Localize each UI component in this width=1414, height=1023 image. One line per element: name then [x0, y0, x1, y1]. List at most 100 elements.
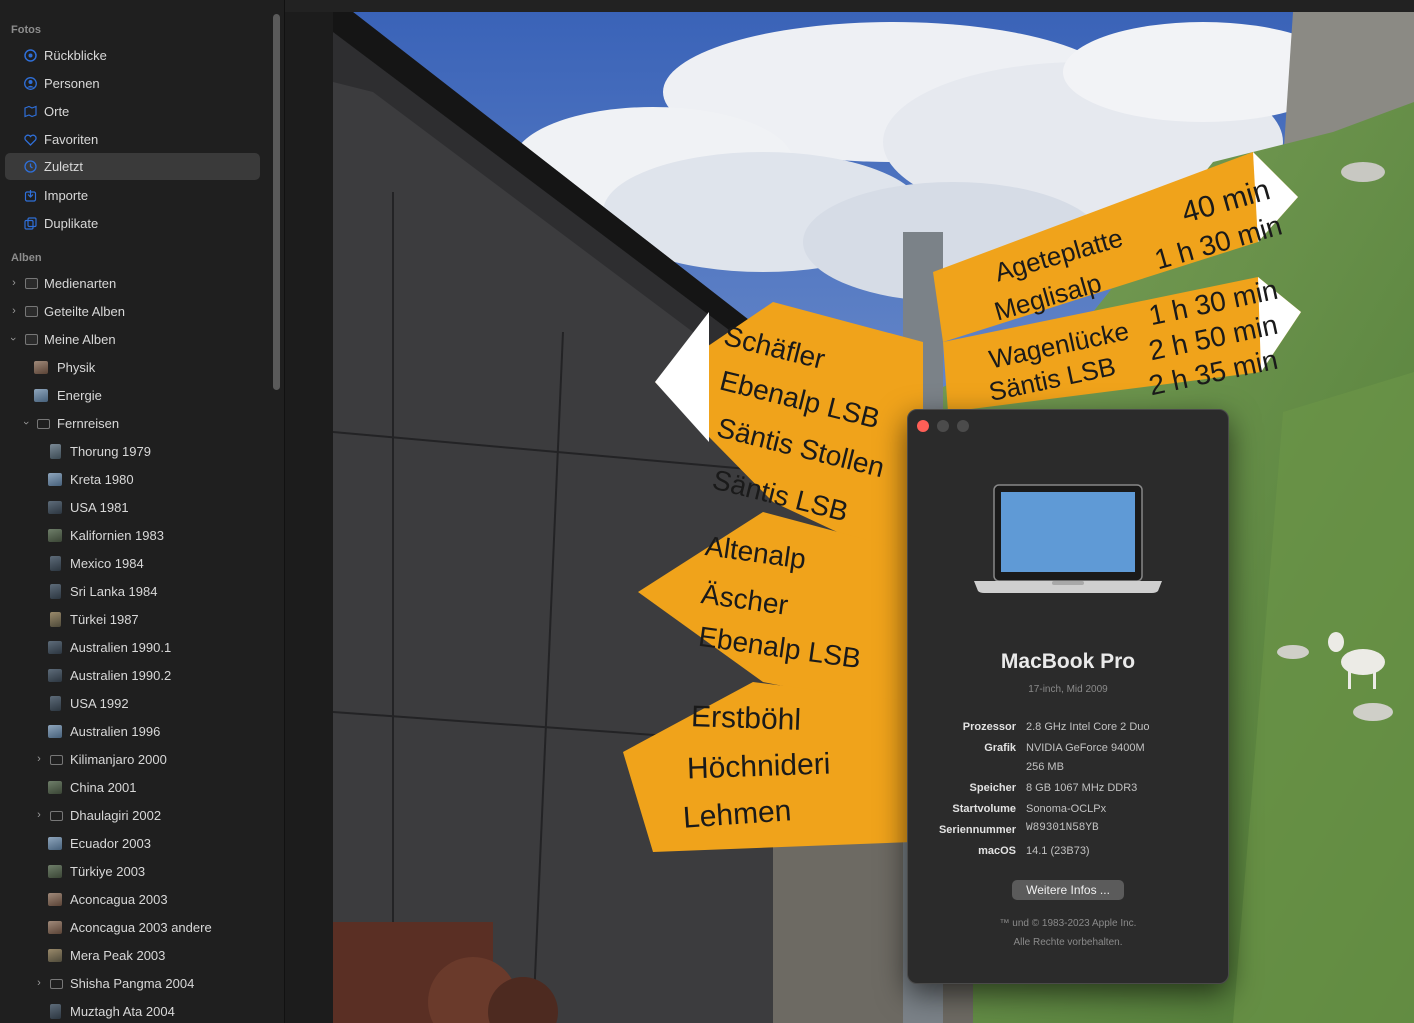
sidebar-item-album[interactable]: Aconcagua 2003	[5, 886, 260, 913]
sidebar-item-album[interactable]: Mexico 1984	[5, 550, 260, 577]
sidebar-item-album-folder[interactable]: › Shisha Pangma 2004	[5, 970, 260, 997]
sidebar-item-album[interactable]: USA 1992	[5, 690, 260, 717]
sidebar-item-physik[interactable]: Physik	[5, 354, 260, 381]
heart-icon	[23, 133, 37, 147]
chevron-right-icon[interactable]: ›	[35, 809, 43, 821]
sidebar-item-orte[interactable]: Orte	[5, 98, 260, 125]
spec-value: NVIDIA GeForce 9400M	[1026, 742, 1145, 754]
model-subtitle: 17-inch, Mid 2009	[1028, 684, 1108, 695]
sidebar-item-album[interactable]: Türkiye 2003	[5, 858, 260, 885]
sidebar-item-label: Geteilte Alben	[44, 304, 125, 319]
spec-label: Grafik	[984, 742, 1016, 754]
import-icon	[23, 189, 37, 203]
more-info-button[interactable]: Weitere Infos ...	[1012, 880, 1124, 900]
sidebar-item-label: USA 1981	[70, 500, 129, 515]
sidebar-item-label: Muztagh Ata 2004	[70, 1004, 175, 1019]
album-thumbnail	[48, 473, 62, 487]
sidebar-item-label: Energie	[57, 388, 102, 403]
sidebar-item-medienarten[interactable]: › Medienarten	[5, 270, 260, 297]
sidebar-item-label: Australien 1990.1	[70, 640, 172, 655]
folder-icon	[49, 809, 63, 823]
sidebar-item-album[interactable]: USA 1981	[5, 494, 260, 521]
sidebar-item-favoriten[interactable]: Favoriten	[5, 126, 260, 153]
spec-value: Sonoma-OCLPx	[1026, 803, 1107, 815]
sidebar-item-label: USA 1992	[70, 696, 129, 711]
sidebar-item-label: Physik	[57, 360, 96, 375]
sidebar-item-label: Aconcagua 2003	[70, 892, 168, 907]
sidebar-item-album[interactable]: Australien 1990.2	[5, 662, 260, 689]
spec-label: Speicher	[969, 782, 1016, 794]
sidebar-item-label: Mexico 1984	[70, 556, 144, 571]
sidebar-item-label: Türkiye 2003	[70, 864, 146, 879]
spec-value: 14.1 (23B73)	[1026, 845, 1090, 857]
sidebar-item-album[interactable]: Australien 1990.1	[5, 634, 260, 661]
sidebar-item-album[interactable]: Türkei 1987	[5, 606, 260, 633]
album-thumbnail	[48, 1004, 62, 1019]
zoom-button[interactable]	[957, 420, 969, 432]
sidebar-item-importe[interactable]: Importe	[5, 182, 260, 209]
sidebar-item-fernreisen[interactable]: › Fernreisen	[5, 410, 260, 437]
copyright-line-1: ™ und © 1983-2023 Apple Inc.	[999, 918, 1137, 929]
sidebar-item-album[interactable]: Thorung 1979	[5, 438, 260, 465]
sidebar-item-album[interactable]: Sri Lanka 1984	[5, 578, 260, 605]
minimize-button[interactable]	[937, 420, 949, 432]
sidebar-item-zuletzt[interactable]: Zuletzt	[5, 153, 260, 180]
sidebar-item-geteilte-alben[interactable]: › Geteilte Alben	[5, 298, 260, 325]
sidebar-item-duplikate[interactable]: Duplikate	[5, 210, 260, 237]
album-thumbnail	[48, 641, 62, 655]
sidebar-item-label: Fernreisen	[57, 416, 120, 431]
album-thumbnail	[48, 949, 62, 963]
album-thumbnail	[48, 781, 62, 795]
sidebar-item-label: Favoriten	[44, 132, 99, 147]
sidebar-item-label: Medienarten	[44, 276, 117, 291]
sidebar-item-label: Shisha Pangma 2004	[70, 976, 195, 991]
sidebar-item-album[interactable]: China 2001	[5, 774, 260, 801]
sidebar-item-album[interactable]: Mera Peak 2003	[5, 942, 260, 969]
sign-hoechnideri: Höchnideri	[686, 747, 831, 786]
album-thumbnail	[48, 501, 62, 515]
sidebar-item-meine-alben[interactable]: › Meine Alben	[5, 326, 260, 353]
spec-value[interactable]: W89301N58YB	[1026, 822, 1099, 834]
sidebar-item-label: Orte	[44, 104, 70, 119]
sidebar-item-album[interactable]: Australien 1996	[5, 718, 260, 745]
sidebar-item-album-folder[interactable]: › Kilimanjaro 2000	[5, 746, 260, 773]
chevron-right-icon[interactable]: ›	[10, 305, 18, 317]
close-button[interactable]	[917, 420, 929, 432]
sidebar-item-label: Kalifornien 1983	[70, 528, 164, 543]
sidebar-item-album-folder[interactable]: › Dhaulagiri 2002	[5, 802, 260, 829]
chevron-right-icon[interactable]: ›	[10, 277, 18, 289]
album-thumbnail	[34, 389, 48, 403]
sidebar-item-album[interactable]: Kreta 1980	[5, 466, 260, 493]
chevron-down-icon[interactable]: ›	[20, 419, 32, 427]
sidebar-item-rueckblicke[interactable]: Rückblicke	[5, 42, 260, 69]
sidebar-item-label: Ecuador 2003	[70, 836, 151, 851]
chevron-down-icon[interactable]: ›	[7, 335, 19, 343]
chevron-right-icon[interactable]: ›	[35, 977, 43, 989]
copyright-line-2: Alle Rechte vorbehalten.	[1013, 937, 1123, 948]
sidebar-item-label: Kreta 1980	[70, 472, 134, 487]
album-thumbnail	[48, 893, 62, 907]
sidebar-item-album[interactable]: Aconcagua 2003 andere	[5, 914, 260, 941]
sidebar-item-label: Australien 1996	[70, 724, 161, 739]
places-icon	[23, 105, 37, 119]
sidebar-item-album[interactable]: Ecuador 2003	[5, 830, 260, 857]
spec-value: 8 GB 1067 MHz DDR3	[1026, 782, 1138, 794]
album-thumbnail	[48, 865, 62, 879]
duplicates-icon	[23, 217, 37, 231]
sidebar-item-personen[interactable]: Personen	[5, 70, 260, 97]
clock-icon	[23, 160, 37, 174]
sidebar-item-energie[interactable]: Energie	[5, 382, 260, 409]
sidebar-item-label: China 2001	[70, 780, 137, 795]
photo[interactable]: Ageteplatte 40 min Meglisalp 1 h 30 min …	[333, 12, 1414, 1023]
spec-value: 256 MB	[1026, 761, 1064, 773]
sidebar-item-label: Thorung 1979	[70, 444, 151, 459]
sidebar-item-album[interactable]: Kalifornien 1983	[5, 522, 260, 549]
sidebar-scrollbar[interactable]	[273, 14, 280, 390]
memories-icon	[23, 49, 37, 63]
sidebar-item-label: Duplikate	[44, 216, 99, 231]
sidebar-item-album[interactable]: Muztagh Ata 2004	[5, 998, 260, 1023]
sidebar-item-label: Mera Peak 2003	[70, 948, 166, 963]
chevron-right-icon[interactable]: ›	[35, 753, 43, 765]
about-this-mac-window: MacBook Pro 17-inch, Mid 2009 Prozessor …	[907, 409, 1229, 984]
sidebar: Fotos Rückblicke Personen Orte Favoriten…	[0, 0, 285, 1023]
